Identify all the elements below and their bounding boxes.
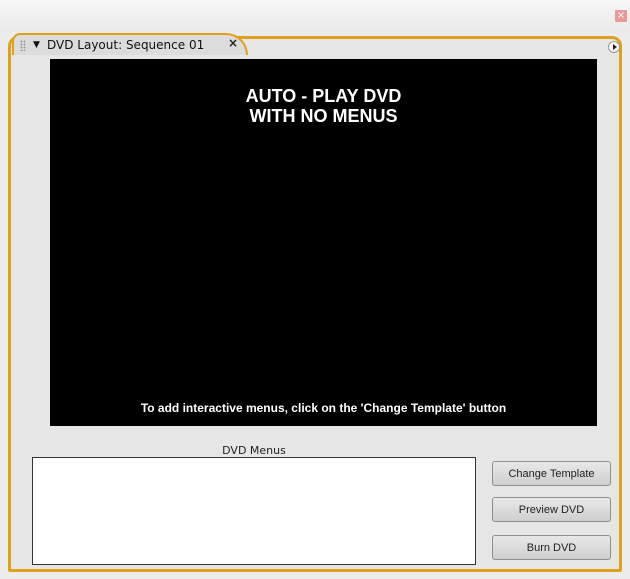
burn-dvd-button[interactable]: Burn DVD [492,535,611,560]
drag-grip-icon[interactable] [20,40,26,51]
preview-dvd-button[interactable]: Preview DVD [492,497,611,522]
tab-close-icon[interactable]: × [228,36,238,50]
change-template-button[interactable]: Change Template [492,461,611,486]
close-icon[interactable]: × [615,10,627,22]
preview-heading-line1: AUTO - PLAY DVD [245,86,402,106]
window-title-bar [0,0,630,32]
tab-title: DVD Layout: Sequence 01 [47,38,205,52]
collapse-arrow-icon[interactable]: ▼ [33,39,40,52]
panel-menu-icon[interactable] [608,41,620,53]
preview-heading-line2: WITH NO MENUS [249,106,398,126]
dvd-menus-label: DVD Menus [222,444,286,457]
dvd-menus-list[interactable] [32,457,476,565]
dvd-preview: AUTO - PLAY DVD WITH NO MENUS To add int… [50,59,597,426]
preview-hint: To add interactive menus, click on the '… [140,401,507,415]
preview-heading: AUTO - PLAY DVD WITH NO MENUS [50,86,597,126]
tab-dvd-layout[interactable]: ▼ DVD Layout: Sequence 01 × [12,33,248,55]
